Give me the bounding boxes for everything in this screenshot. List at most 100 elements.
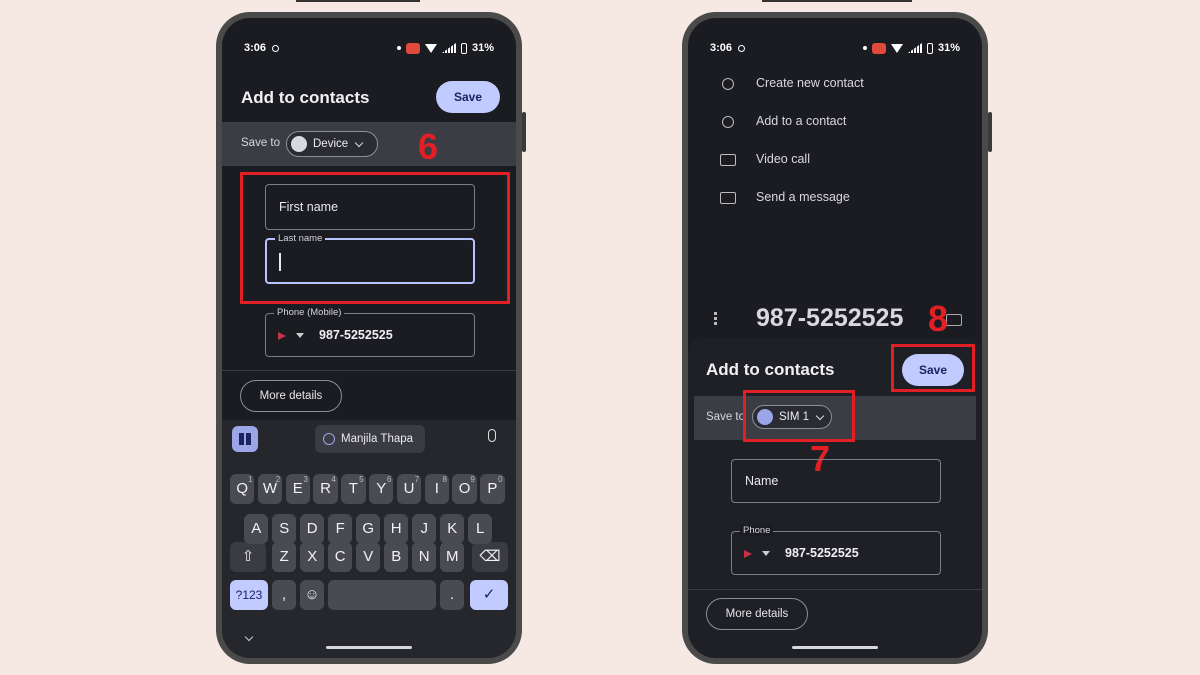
save-to-bar: Save to Device (222, 122, 516, 166)
status-time: 3:06 (710, 42, 733, 54)
phone-value: 987-5252525 (319, 328, 393, 342)
side-button (988, 112, 992, 152)
comma-key[interactable]: , (272, 580, 296, 610)
phone-label: Phone (740, 525, 774, 536)
key-l[interactable]: L (468, 514, 493, 544)
key-r[interactable]: R4 (313, 474, 338, 504)
emoji-key[interactable]: ☺ (300, 580, 324, 610)
backspace-icon[interactable] (946, 314, 962, 326)
status-time: 3:06 (244, 42, 267, 54)
hide-keyboard-icon[interactable] (244, 632, 254, 642)
key-n[interactable]: N (412, 542, 437, 572)
key-s[interactable]: S (272, 514, 297, 544)
key-hint: 1 (247, 475, 253, 484)
key-k[interactable]: K (440, 514, 465, 544)
backspace-key[interactable]: ⌫ (472, 542, 508, 572)
key-hint: 0 (498, 475, 503, 484)
key-c[interactable]: C (328, 542, 353, 572)
enter-key[interactable]: ✓ (470, 580, 508, 610)
apps-grid-icon[interactable] (232, 426, 258, 452)
battery-level: 31% (937, 42, 960, 54)
nepal-flag-icon (278, 332, 286, 340)
more-options-icon[interactable] (714, 312, 717, 326)
country-dropdown-icon[interactable] (762, 551, 770, 556)
battery-level: 31% (471, 42, 494, 54)
contact-suggestion[interactable]: Manjila Thapa (315, 425, 425, 453)
period-key[interactable]: . (440, 580, 464, 610)
key-d[interactable]: D (300, 514, 325, 544)
key-p[interactable]: P0 (480, 474, 505, 504)
person-icon (323, 433, 335, 445)
key-t[interactable]: T5 (341, 474, 366, 504)
key-b[interactable]: B (384, 542, 409, 572)
key-f[interactable]: F (328, 514, 353, 544)
symbols-key[interactable]: ?123 (230, 580, 268, 610)
screen-right: 3:06 31% Create new contact Add to a con… (688, 18, 982, 658)
status-bar: 3:06 31% (710, 40, 960, 56)
key-m[interactable]: M (440, 542, 465, 572)
top-divider-right (762, 0, 912, 2)
key-y[interactable]: Y6 (369, 474, 394, 504)
key-g[interactable]: G (356, 514, 381, 544)
status-bar: 3:06 31% (244, 40, 494, 56)
screen-left: 3:06 31% Add to contacts Save Save to De… (222, 18, 516, 658)
key-e[interactable]: E3 (285, 474, 310, 504)
menu-add-to-contact[interactable]: Add to a contact (756, 114, 846, 128)
key-j[interactable]: J (412, 514, 437, 544)
step-number-6: 6 (418, 126, 439, 167)
battery-icon (460, 42, 467, 54)
signal-icon (907, 43, 922, 53)
divider (688, 589, 982, 590)
name-placeholder: Name (745, 474, 779, 488)
chevron-down-icon (354, 138, 364, 147)
suggestion-text: Manjila Thapa (341, 433, 414, 445)
menu-video-call[interactable]: Video call (756, 152, 810, 166)
notification-dot-icon (862, 46, 867, 50)
phone-field[interactable]: Phone 987-5252525 (731, 525, 941, 575)
keyboard: Manjila Thapa ⇧ ⌫ ?123 , ☺ . ✓ Q1W2E3R4T… (222, 420, 516, 658)
key-hint: 7 (414, 475, 420, 484)
home-indicator[interactable] (792, 646, 878, 649)
phone-left: 3:06 31% Add to contacts Save Save to De… (216, 12, 526, 664)
country-dropdown-icon[interactable] (296, 333, 304, 338)
key-z[interactable]: Z (272, 542, 297, 572)
key-o[interactable]: O9 (452, 474, 477, 504)
space-key[interactable] (328, 580, 436, 610)
divider (222, 370, 516, 371)
top-divider-left (296, 0, 420, 2)
shift-key[interactable]: ⇧ (230, 542, 266, 572)
key-i[interactable]: I8 (424, 474, 449, 504)
menu-send-message[interactable]: Send a message (756, 190, 850, 204)
save-button[interactable]: Save (436, 81, 500, 113)
key-hint: 8 (442, 475, 447, 484)
name-field[interactable]: Name (731, 459, 941, 503)
more-details-button[interactable]: More details (706, 598, 808, 630)
more-details-button[interactable]: More details (240, 380, 342, 412)
video-camera-icon (720, 154, 736, 166)
nepal-flag-icon (744, 550, 752, 558)
phone-value: 987-5252525 (785, 546, 859, 560)
add-person-icon (722, 116, 734, 128)
key-u[interactable]: U7 (396, 474, 422, 504)
account-selector[interactable]: Device (286, 131, 378, 157)
key-q[interactable]: Q1 (230, 474, 255, 504)
account-name: Device (313, 138, 349, 150)
key-a[interactable]: A (244, 514, 269, 544)
microphone-icon[interactable] (488, 429, 496, 442)
notification-dot-icon (396, 46, 401, 50)
menu-create-new-contact[interactable]: Create new contact (756, 76, 864, 90)
key-v[interactable]: V (356, 542, 381, 572)
phone-field[interactable]: Phone (Mobile) 987-5252525 (265, 307, 475, 357)
battery-icon (926, 42, 933, 54)
key-hint: 5 (359, 475, 364, 484)
step-number-8: 8 (928, 298, 949, 339)
wifi-icon (424, 43, 437, 53)
dialog-title: Add to contacts (241, 88, 370, 107)
key-w[interactable]: W2 (257, 474, 283, 504)
phone-right: 3:06 31% Create new contact Add to a con… (682, 12, 992, 664)
add-person-icon (722, 78, 734, 90)
key-hint: 3 (303, 475, 308, 484)
key-h[interactable]: H (384, 514, 409, 544)
key-x[interactable]: X (300, 542, 325, 572)
home-indicator[interactable] (326, 646, 412, 649)
